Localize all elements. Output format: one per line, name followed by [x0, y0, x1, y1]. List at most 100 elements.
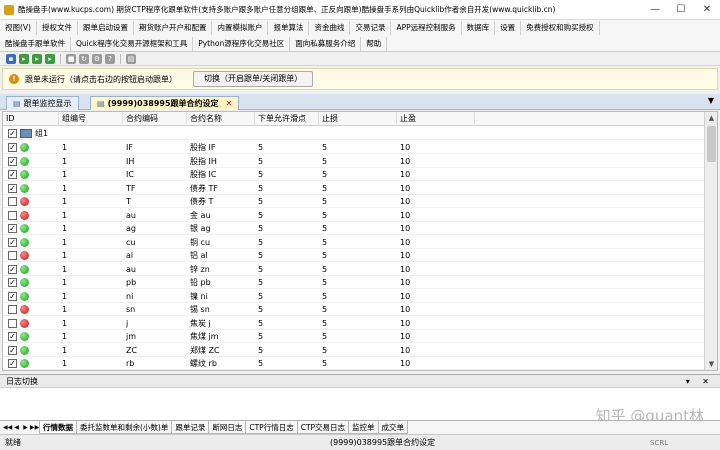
table-row[interactable]: ✓ 1 IF 股指 IF 5 5 10 [3, 141, 705, 154]
cell-code[interactable]: rb [123, 357, 134, 370]
row-checkbox[interactable]: ✓ [8, 224, 17, 233]
tab-monitor[interactable]: ▤ 跟单监控显示 [6, 96, 79, 110]
cell-slip[interactable]: 5 [255, 276, 263, 289]
cell-code[interactable]: au [123, 263, 136, 276]
column-header-stop-loss[interactable]: 止损 [319, 112, 397, 126]
cell-name[interactable]: 债券 T [187, 195, 213, 208]
cell-stop-loss[interactable]: 5 [319, 141, 327, 154]
cell-take-profit[interactable]: 10 [397, 330, 410, 343]
cell-code[interactable]: jm [123, 330, 136, 343]
cell-group[interactable]: 1 [59, 155, 67, 168]
row-checkbox[interactable]: ✓ [8, 183, 17, 193]
cell-code[interactable]: IH [123, 155, 134, 168]
cell-group[interactable]: 1 [59, 317, 67, 330]
column-header-slippage[interactable]: 下单允许滑点 [255, 112, 319, 126]
run-icon[interactable]: ▸ [45, 53, 55, 64]
cell-code[interactable]: TF [123, 182, 136, 195]
cell-code[interactable]: j [123, 317, 128, 330]
row-checkbox[interactable]: ✓ [8, 278, 17, 287]
row-checkbox[interactable] [8, 197, 17, 206]
cell-stop-loss[interactable]: 5 [319, 195, 327, 208]
menu-item-row1-6[interactable]: 资金曲线 [309, 21, 351, 35]
menu-item-row1-8[interactable]: APP远程控制服务 [391, 21, 462, 35]
cell-take-profit[interactable]: 10 [397, 168, 410, 181]
menu-item-row1-9[interactable]: 数据库 [462, 21, 496, 35]
first-tab-icon[interactable]: ◀◀ [3, 424, 12, 431]
cell-take-profit[interactable]: 10 [397, 290, 410, 303]
table-row[interactable]: 1 sn 锡 sn 5 5 10 [3, 303, 705, 316]
column-header-code[interactable]: 合约编码 [123, 112, 187, 126]
row-checkbox[interactable] [8, 210, 17, 220]
cell-name[interactable]: 债券 TF [187, 182, 218, 195]
cell-stop-loss[interactable]: 5 [319, 344, 327, 357]
prev-tab-icon[interactable]: ◀ [12, 424, 21, 431]
cell-slip[interactable]: 5 [255, 290, 263, 303]
cell-stop-loss[interactable]: 5 [319, 276, 327, 289]
column-header-take-profit[interactable]: 止盈 [397, 112, 475, 126]
cell-take-profit[interactable]: 10 [397, 357, 410, 370]
refresh-icon[interactable]: ↻ [79, 53, 89, 64]
cell-slip[interactable]: 5 [255, 155, 263, 168]
menu-item-row2-0[interactable]: 酷操盘手跟单软件 [0, 37, 71, 51]
table-row[interactable]: ✓ 1 IC 股指 IC 5 5 10 [3, 168, 705, 181]
cell-name[interactable]: 铅 pb [187, 276, 211, 289]
menu-item-row1-4[interactable]: 内置模拟账户 [212, 21, 269, 35]
cell-name[interactable]: 锌 zn [187, 263, 210, 276]
row-checkbox[interactable]: ✓ [8, 359, 17, 368]
table-row[interactable]: ✓ 1 rb 螺纹 rb 5 5 10 [3, 357, 705, 370]
bottom-tab-6[interactable]: 监控单 [348, 421, 379, 434]
maximize-button[interactable]: ☐ [668, 0, 694, 20]
row-checkbox[interactable]: ✓ [8, 291, 17, 301]
menu-item-row1-1[interactable]: 授权文件 [37, 21, 78, 35]
cell-group[interactable]: 1 [59, 222, 67, 235]
row-checkbox[interactable] [8, 318, 17, 328]
cell-slip[interactable]: 5 [255, 209, 263, 222]
bottom-tab-1[interactable]: 委托监数单和剩余(小数)单 [76, 421, 173, 434]
cell-name[interactable]: 铝 al [187, 249, 208, 262]
start-icon[interactable]: ▸ [19, 53, 29, 64]
menu-item-row2-4[interactable]: 帮助 [361, 37, 388, 51]
cell-group[interactable]: 1 [59, 195, 67, 208]
cell-slip[interactable]: 5 [255, 222, 263, 235]
cell-code[interactable]: IC [123, 168, 134, 181]
cell-take-profit[interactable]: 10 [397, 236, 410, 249]
cell-stop-loss[interactable]: 5 [319, 222, 327, 235]
cell-slip[interactable]: 5 [255, 168, 263, 181]
settings-icon[interactable]: ⚙ [92, 53, 102, 64]
cell-code[interactable]: ag [123, 222, 136, 235]
row-checkbox[interactable]: ✓ [8, 264, 17, 274]
cell-name[interactable]: 螺纹 rb [187, 357, 217, 370]
cell-slip[interactable]: 5 [255, 249, 263, 262]
scroll-down-icon[interactable]: ▼ [705, 358, 717, 370]
minimize-button[interactable]: — [642, 0, 668, 20]
cell-group[interactable]: 1 [59, 236, 67, 249]
menu-item-row1-0[interactable]: 视图(V) [0, 21, 37, 35]
table-row[interactable]: 1 T 债券 T 5 5 10 [3, 195, 705, 208]
cell-group[interactable]: 1 [59, 330, 67, 343]
cell-stop-loss[interactable]: 5 [319, 236, 327, 249]
cell-name[interactable]: 郑煤 ZC [187, 344, 220, 357]
cell-group[interactable]: 1 [59, 276, 67, 289]
table-row[interactable]: 1 au 金 au 5 5 10 [3, 209, 705, 222]
cell-stop-loss[interactable]: 5 [319, 263, 327, 276]
group-row[interactable]: ✓ 组1 [3, 127, 705, 140]
row-checkbox[interactable]: ✓ [8, 237, 17, 247]
menu-item-row1-10[interactable]: 设置 [495, 21, 522, 35]
cell-name[interactable]: 金 au [187, 209, 211, 222]
table-row[interactable]: ✓ 1 TF 债券 TF 5 5 10 [3, 182, 705, 195]
cell-code[interactable]: pb [123, 276, 136, 289]
new-icon[interactable]: ▪ [6, 53, 16, 64]
cell-group[interactable]: 1 [59, 249, 67, 262]
next-tab-icon[interactable]: ▶ [21, 424, 30, 431]
cell-code[interactable]: ni [123, 290, 133, 303]
cell-stop-loss[interactable]: 5 [319, 155, 327, 168]
row-checkbox[interactable] [8, 305, 17, 314]
table-row[interactable]: ✓ 1 ag 银 ag 5 5 10 [3, 222, 705, 235]
cell-stop-loss[interactable]: 5 [319, 168, 327, 181]
cell-slip[interactable]: 5 [255, 303, 263, 316]
cell-code[interactable]: au [123, 209, 136, 222]
cell-take-profit[interactable]: 10 [397, 182, 410, 195]
cell-group[interactable]: 1 [59, 357, 67, 370]
cell-group[interactable]: 1 [59, 141, 67, 154]
cell-name[interactable]: 股指 IF [187, 141, 216, 154]
